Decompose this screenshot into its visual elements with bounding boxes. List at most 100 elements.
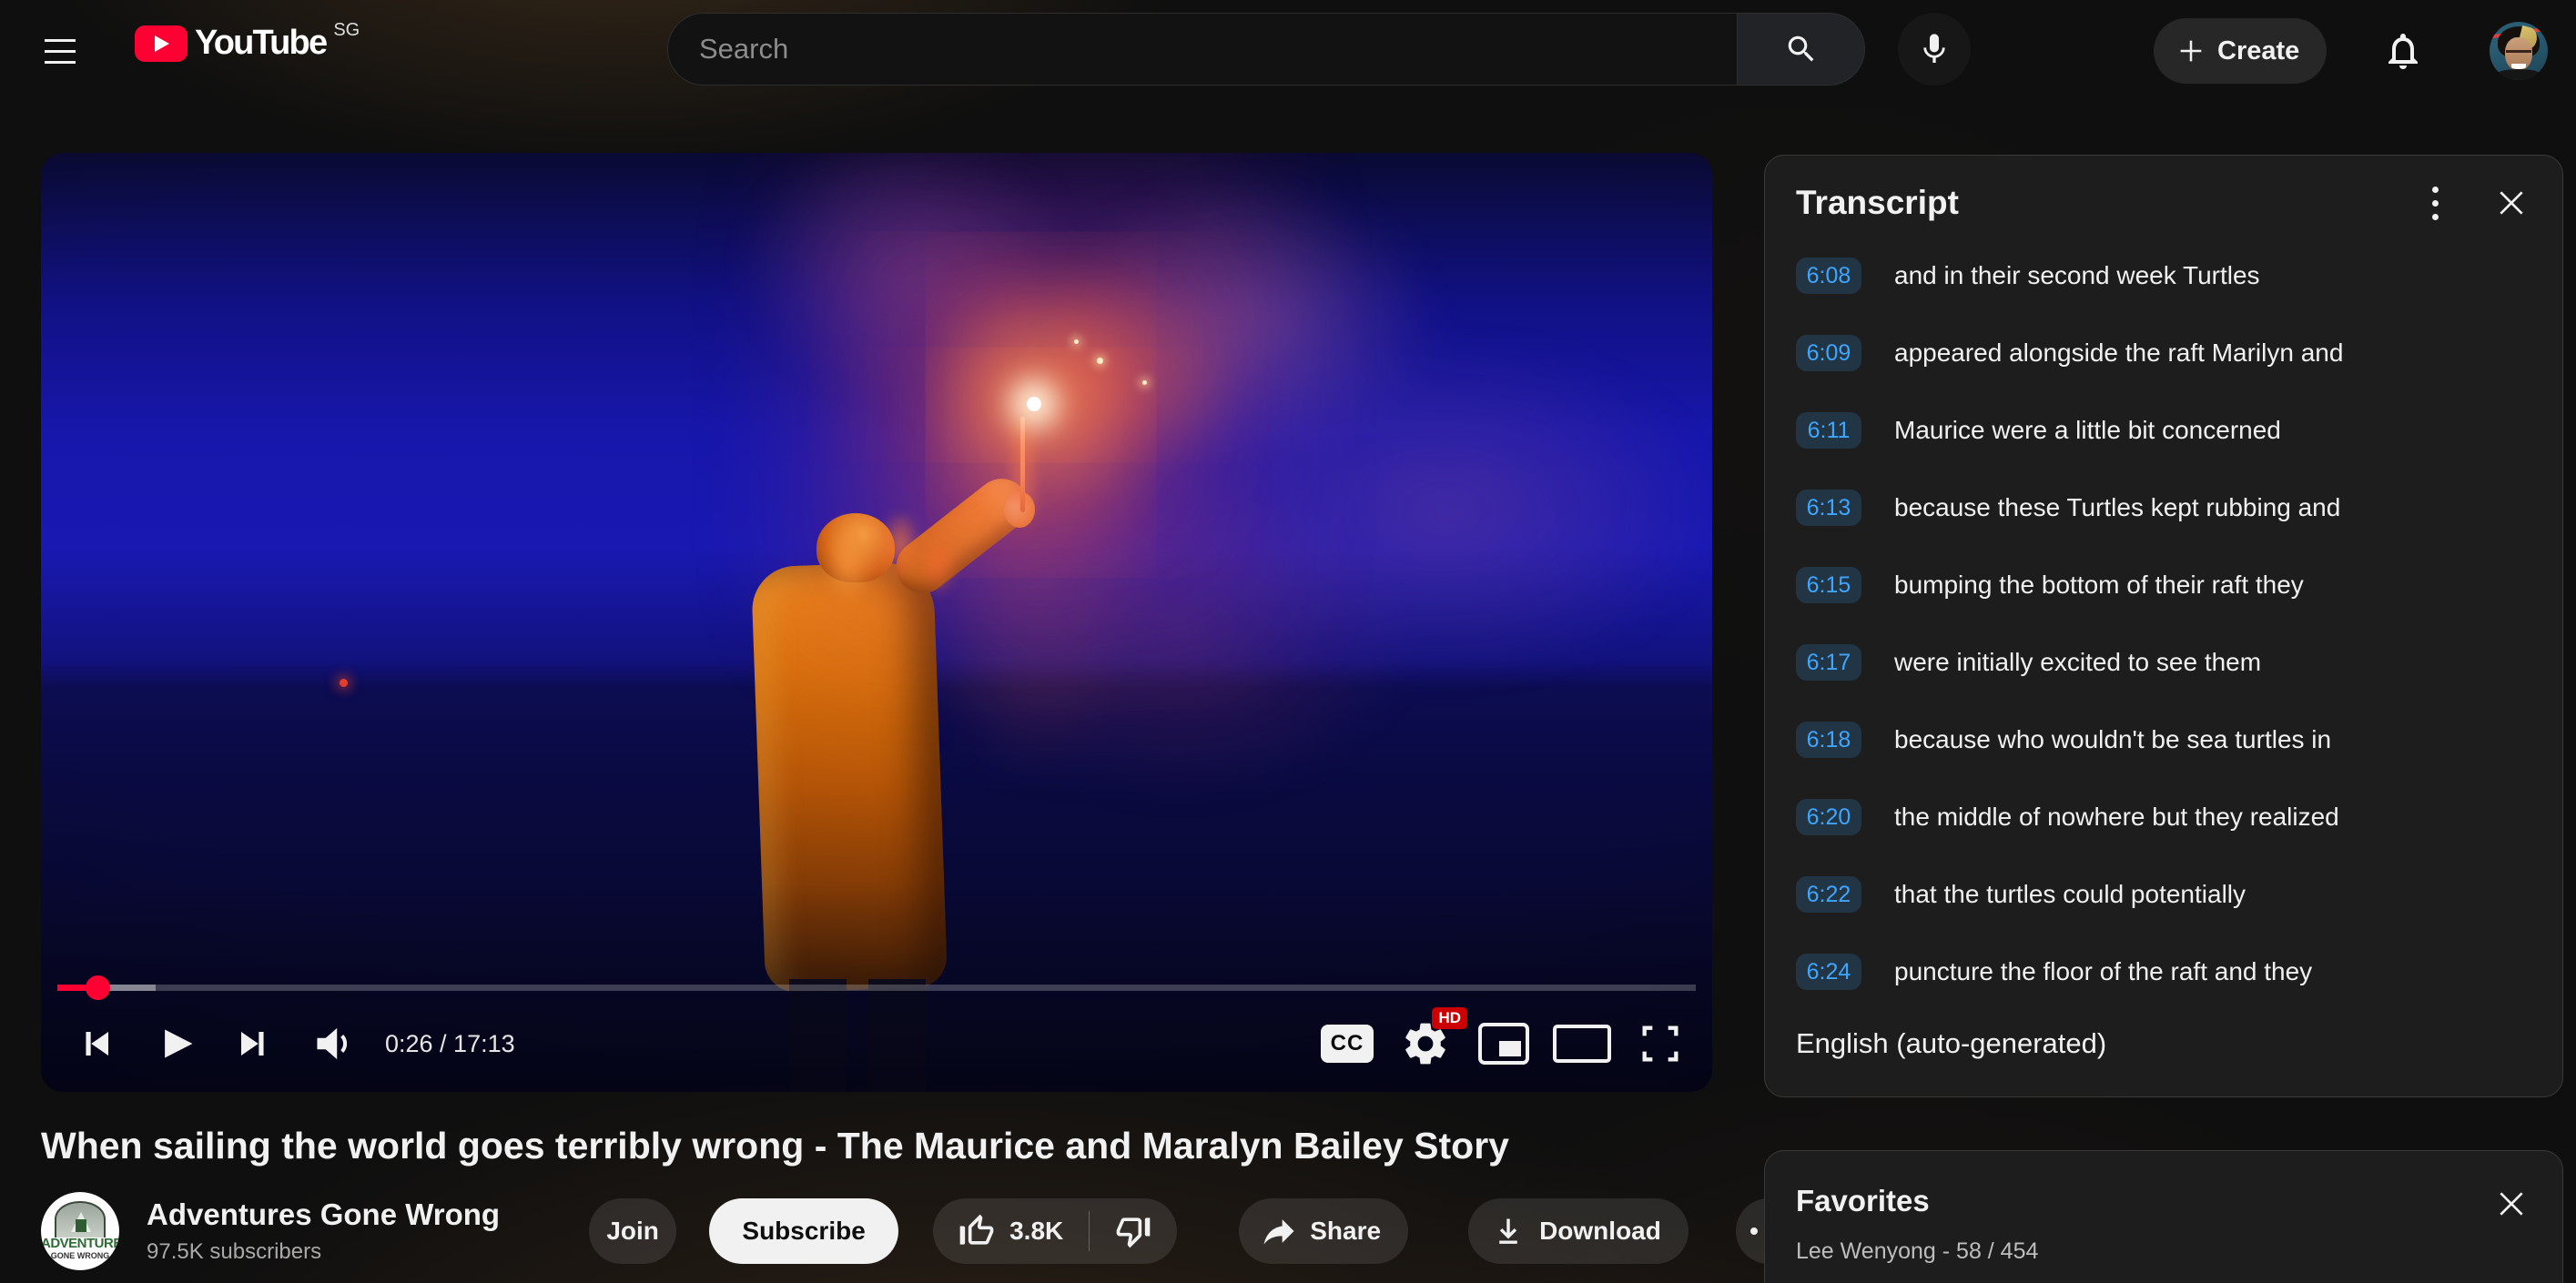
transcript-timestamp: 6:22	[1796, 876, 1861, 913]
share-button[interactable]: Share	[1239, 1198, 1408, 1264]
transcript-panel: Transcript 6:08 and in their second week …	[1764, 155, 2563, 1097]
transcript-row[interactable]: 6:15 bumping the bottom of their raft the…	[1796, 567, 2562, 603]
transcript-row[interactable]: 6:11Maurice were a little bit concerned	[1796, 412, 2562, 449]
miniplayer-button[interactable]	[1465, 1005, 1543, 1083]
favorites-subtitle: Lee Wenyong - 58 / 454	[1796, 1238, 2038, 1265]
captions-icon: CC	[1321, 1025, 1374, 1063]
youtube-logo[interactable]: YouTube SG	[135, 24, 360, 63]
transcript-menu-button[interactable]	[2413, 181, 2457, 225]
search-box[interactable]	[667, 13, 1737, 86]
user-avatar[interactable]	[2490, 22, 2548, 80]
close-icon	[2493, 185, 2530, 221]
next-button[interactable]	[214, 1005, 292, 1083]
transcript-text: Maurice were a little bit concerned	[1894, 416, 2281, 445]
transcript-timestamp: 6:13	[1796, 490, 1861, 526]
transcript-text: that the turtles could potentially	[1894, 880, 2246, 909]
search-input[interactable]	[699, 33, 1685, 66]
channel-name[interactable]: Adventures Gone Wrong	[147, 1197, 500, 1232]
transcript-text: the middle of nowhere but they realized	[1894, 803, 2339, 832]
transcript-title: Transcript	[1796, 184, 1959, 222]
notifications-button[interactable]	[2378, 25, 2429, 76]
transcript-timestamp: 6:18	[1796, 722, 1861, 758]
favorites-header: Favorites	[1765, 1151, 2562, 1227]
channel-row: ADVENTURES · GONE WRONG · Adventures Gon…	[41, 1190, 1712, 1272]
video-player[interactable]: 0:26 / 17:13 CC HD	[41, 153, 1712, 1092]
transcript-timestamp: 6:20	[1796, 799, 1861, 835]
subscribe-button[interactable]: Subscribe	[709, 1198, 898, 1264]
transcript-header: Transcript	[1765, 156, 2562, 250]
transcript-text: bumping the bottom of their raft they	[1894, 571, 2304, 600]
close-icon	[2493, 1186, 2530, 1222]
transcript-close-button[interactable]	[2488, 179, 2535, 227]
favorites-panel: Favorites Lee Wenyong - 58 / 454	[1764, 1150, 2563, 1283]
menu-icon[interactable]	[38, 29, 82, 73]
gear-wrap: HD	[1400, 1018, 1451, 1069]
transcript-row[interactable]: 6:13 because these Turtles kept rubbing a…	[1796, 490, 2562, 526]
transcript-timestamp: 6:15	[1796, 567, 1861, 603]
channel-avatar[interactable]: ADVENTURES · GONE WRONG ·	[41, 1192, 119, 1270]
like-button[interactable]: 3.8K	[933, 1198, 1089, 1264]
theater-mode-button[interactable]	[1543, 1005, 1621, 1083]
transcript-list: 6:08 and in their second week Turtles 6:0…	[1765, 258, 2562, 1031]
download-label: Download	[1539, 1217, 1661, 1246]
top-header: YouTube SG Create	[0, 0, 2576, 102]
avatar-glasses	[2506, 50, 2531, 56]
play-icon	[149, 1018, 200, 1069]
microphone-icon	[1916, 31, 1952, 67]
transcript-row[interactable]: 6:18because who wouldn't be sea turtles …	[1796, 722, 2562, 758]
dislike-button[interactable]	[1090, 1198, 1177, 1264]
download-button[interactable]: Download	[1468, 1198, 1689, 1264]
avatar-shirt	[2495, 69, 2541, 80]
transcript-row[interactable]: 6:22 that the turtles could potentially	[1796, 876, 2562, 913]
volume-button[interactable]	[292, 1005, 370, 1083]
transcript-language-selector[interactable]: English (auto-generated)	[1796, 1027, 2106, 1060]
controls-row: 0:26 / 17:13 CC HD	[41, 1005, 1712, 1083]
transcript-text: appeared alongside the raft Marilyn and	[1894, 338, 2343, 368]
share-icon	[1259, 1211, 1299, 1251]
volume-icon	[306, 1018, 357, 1069]
player-controls: 0:26 / 17:13 CC HD	[41, 985, 1712, 1092]
search-icon	[1784, 32, 1819, 66]
voice-search-button[interactable]	[1898, 13, 1971, 86]
create-label: Create	[2217, 36, 2299, 66]
video-title: When sailing the world goes terribly wro…	[41, 1125, 1707, 1167]
transcript-timestamp: 6:08	[1796, 258, 1861, 294]
create-button[interactable]: Create	[2154, 18, 2327, 84]
like-dislike-group: 3.8K	[933, 1198, 1177, 1264]
transcript-text: and in their second week Turtles	[1894, 261, 2260, 290]
search-button[interactable]	[1737, 13, 1865, 86]
progress-bar[interactable]	[57, 985, 1696, 991]
fullscreen-button[interactable]	[1621, 1005, 1699, 1083]
join-button[interactable]: Join	[589, 1198, 676, 1264]
channel-meta: Adventures Gone Wrong 97.5K subscribers	[147, 1197, 500, 1265]
youtube-play-icon	[135, 25, 188, 62]
theater-mode-icon	[1553, 1025, 1611, 1063]
region-label: SG	[333, 20, 360, 41]
transcript-text: because these Turtles kept rubbing and	[1894, 493, 2340, 522]
transcript-row[interactable]: 6:17were initially excited to see them	[1796, 644, 2562, 681]
search-bar	[667, 13, 1971, 86]
captions-button[interactable]: CC	[1308, 1005, 1386, 1083]
transcript-row[interactable]: 6:09appeared alongside the raft Marilyn …	[1796, 335, 2562, 371]
share-label: Share	[1310, 1217, 1381, 1246]
transcript-row[interactable]: 6:20 the middle of nowhere but they reali…	[1796, 799, 2562, 835]
bell-icon	[2381, 29, 2425, 73]
time-display: 0:26 / 17:13	[385, 1030, 515, 1058]
progress-handle[interactable]	[86, 975, 110, 1000]
transcript-row[interactable]: 6:24puncture the floor of the raft and t…	[1796, 954, 2562, 990]
fullscreen-icon	[1637, 1020, 1684, 1067]
skip-previous-icon	[73, 1020, 120, 1067]
thumbs-up-icon	[957, 1211, 997, 1251]
thumbs-down-icon	[1113, 1211, 1153, 1251]
transcript-text: puncture the floor of the raft and they	[1894, 957, 2312, 986]
play-button[interactable]	[136, 1005, 214, 1083]
transcript-row[interactable]: 6:08 and in their second week Turtles	[1796, 258, 2562, 294]
download-icon	[1488, 1211, 1528, 1251]
miniplayer-icon	[1478, 1023, 1529, 1065]
menu-bar	[45, 39, 76, 42]
hd-quality-badge: HD	[1432, 1007, 1467, 1029]
channel-avatar-text2: · GONE WRONG ·	[41, 1251, 119, 1260]
settings-button[interactable]: HD	[1386, 1005, 1465, 1083]
previous-button[interactable]	[57, 1005, 136, 1083]
favorites-close-button[interactable]	[2488, 1180, 2535, 1227]
